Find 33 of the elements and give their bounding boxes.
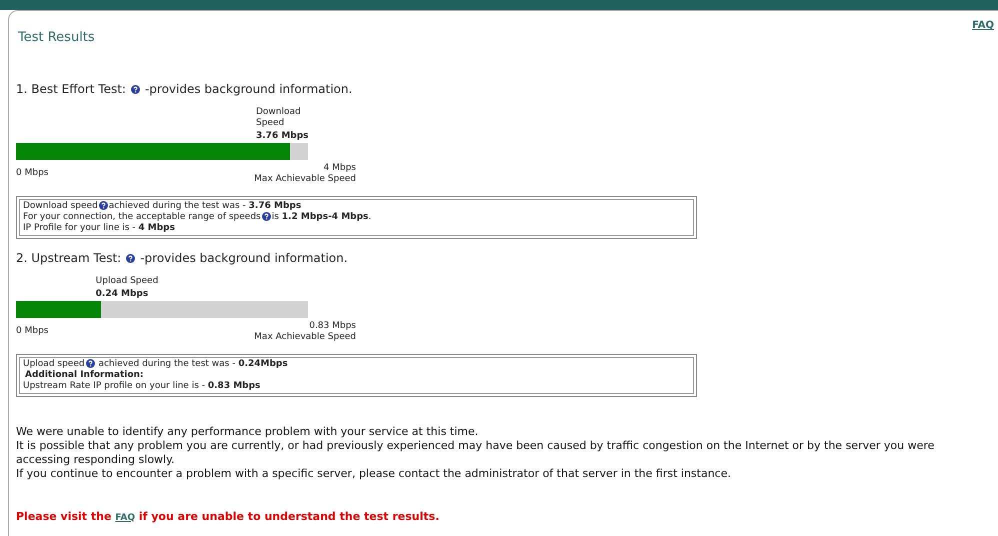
info-line: IP Profile for your line is - 4 Mbps — [23, 222, 176, 234]
max-speed-caption: Max Achievable Speed — [254, 174, 356, 184]
gauge-value: 0.24 Mbps — [96, 288, 150, 300]
summary-text: It is possible that any problem you are currently, or had previously experienced may have been caused by traffic congestion on the Internet or by the server you were accessing responding slowly. — [16, 438, 936, 466]
info-heading: Additional Information: — [24, 370, 145, 380]
min-speed: 0 Mbps — [16, 168, 48, 179]
info-line: Upload speed achieved during the test was - 0.24Mbps — [23, 358, 289, 370]
max-speed-caption: Max Achievable Speed — [254, 332, 356, 342]
summary-text: If you continue to encounter a problem with a specific server, please contact the administrator of that server in the first instance. — [16, 466, 732, 480]
info-line: Download speed achieved during the test was - 3.76 Mbps — [23, 200, 302, 212]
section-description: -provides background information. — [144, 82, 352, 96]
help-icon[interactable] — [86, 358, 95, 368]
footer-note: Please visit the FAQ if you are unable to understand the test results. — [16, 508, 440, 524]
help-icon[interactable] — [98, 200, 108, 210]
gauge-label: Download — [256, 106, 302, 118]
gauge-value: 3.76 Mbps — [256, 130, 309, 142]
help-icon[interactable] — [262, 212, 271, 221]
gauge-label: Speed — [256, 118, 286, 128]
help-icon[interactable] — [130, 84, 140, 94]
gauge-label: Upload Speed — [96, 276, 158, 286]
section-heading: 1. Best Effort Test: — [16, 82, 126, 96]
help-icon[interactable] — [126, 254, 136, 262]
max-speed: 0.83 Mbps — [309, 320, 356, 332]
section-description: -provides background information. — [140, 250, 348, 266]
page-title: Test Results — [17, 29, 95, 47]
summary-text: We were unable to identify any performance problem with your service at this time. — [16, 424, 480, 438]
min-speed: 0 Mbps — [16, 326, 48, 337]
info-line: Upstream Rate IP profile on your line is - 0.83 Mbps — [23, 380, 262, 392]
max-speed: 4 Mbps — [324, 162, 356, 174]
section-heading: 2. Upstream Test: — [16, 250, 122, 266]
faq-link[interactable]: FAQ — [115, 512, 136, 522]
info-line: For your connection, the acceptable range of speeds is 1.2 Mbps-4 Mbps. — [23, 212, 372, 222]
faq-link[interactable]: FAQ — [972, 18, 994, 33]
